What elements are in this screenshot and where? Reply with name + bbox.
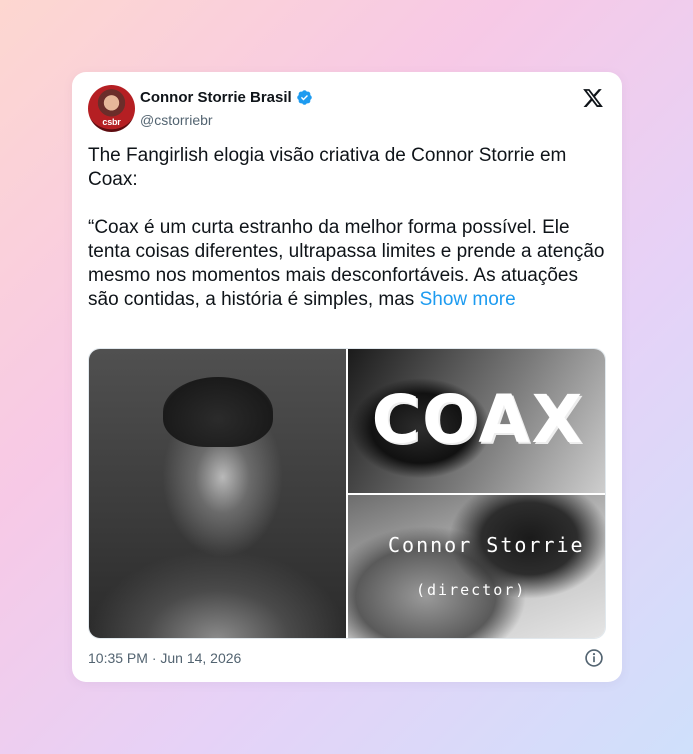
portrait-hair-shape [163, 377, 273, 447]
avatar-tag: csbr [102, 117, 121, 127]
media-photo-portrait[interactable] [89, 349, 346, 638]
media-photo-credit-card[interactable]: Connor Storrie (director) [348, 495, 605, 638]
author-handle[interactable]: @cstorriebr [140, 112, 213, 128]
tweet-intro: The Fangirlish elogia visão criativa de … [88, 145, 567, 190]
credit-name: Connor Storrie [388, 533, 585, 557]
tweet-text: The Fangirlish elogia visão criativa de … [88, 144, 613, 312]
info-icon[interactable] [584, 648, 604, 668]
x-logo-icon[interactable] [582, 87, 604, 109]
verified-badge-icon [296, 90, 312, 105]
author-name-row: Connor Storrie Brasil [140, 89, 313, 106]
media-grid: COAX Connor Storrie (director) [88, 348, 606, 639]
tweet-quote-paragraph: “Coax é um curta estranho da melhor form… [88, 216, 613, 312]
tweet-timestamp[interactable]: 10:35 PM · Jun 14, 2026 [88, 650, 241, 666]
tweet-card: csbr Connor Storrie Brasil @cstorriebr T… [72, 72, 622, 682]
tweet-quote: “Coax é um curta estranho da melhor form… [88, 217, 605, 310]
coax-title-art: COAX [371, 381, 585, 458]
author-name[interactable]: Connor Storrie Brasil [140, 89, 292, 106]
credit-role: (director) [416, 581, 527, 599]
media-photo-title-card[interactable]: COAX [348, 349, 605, 493]
show-more-link[interactable]: Show more [420, 289, 516, 310]
avatar[interactable]: csbr [88, 85, 135, 132]
